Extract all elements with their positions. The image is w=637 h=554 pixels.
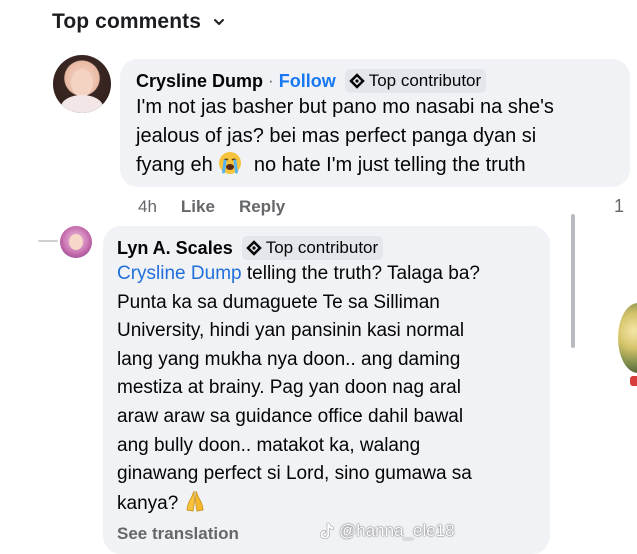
avatar-crysline-dump[interactable]	[53, 55, 111, 113]
comment-text-line: fyang eh no hate I'm just telling the tr…	[136, 151, 630, 180]
reply-button[interactable]: Reply	[239, 197, 285, 217]
comment-bubble-1: Crysline Dump · Follow Top contributor I…	[120, 59, 630, 187]
comment-text-line: ang bully doon.. matakot ka, walang	[117, 434, 421, 456]
partial-image-fragment	[630, 376, 637, 386]
chevron-down-icon	[214, 19, 224, 25]
partial-image-thumbnail	[618, 303, 637, 373]
comments-sort-label: Top comments	[52, 10, 201, 33]
comment-text-segment: telling the truth? Talaga ba?	[241, 263, 480, 284]
comment-text-line: araw araw sa guidance office dahil bawal	[117, 405, 464, 427]
tiktok-watermark: @hanna_ele18	[318, 521, 455, 541]
comment-text-line: Punta ka sa dumaguete Te sa Silliman	[117, 291, 440, 313]
comment-text-line: jealous of jas? bei mas perfect panga dy…	[136, 125, 537, 147]
comment-text-segment: no hate I'm just telling the truth	[253, 154, 526, 176]
scrollbar-thumb[interactable]	[571, 214, 575, 348]
comment-bubble-2: Lyn A. Scales Top contributor Crysline D…	[103, 226, 550, 554]
mention-link[interactable]: Crysline Dump	[117, 263, 242, 284]
comment-author-name[interactable]: Lyn A. Scales	[117, 238, 233, 259]
top-contributor-icon	[348, 73, 365, 89]
comment-text-line: University, hindi yan pansinin kasi norm…	[117, 320, 465, 342]
avatar-lyn-a-scales[interactable]	[60, 226, 92, 258]
comment-text-line: ginawang perfect si Lord, sino gumawa sa	[117, 463, 472, 485]
comment-text-line: mestiza at brainy. Pag yan doon nag aral	[117, 377, 461, 399]
name-separator: ·	[268, 71, 274, 90]
follow-button[interactable]: Follow	[279, 71, 336, 92]
comment-text-line: lang yang mukha nya doon.. ang daming	[117, 348, 461, 370]
comment-text-segment: fyang eh	[136, 154, 213, 176]
comment-text: I'm not jas basher but pano mo nasabi na…	[136, 93, 630, 180]
reaction-count[interactable]: 1	[614, 196, 624, 217]
comments-sort-header[interactable]: Top comments	[52, 10, 225, 34]
badge-label: Top contributor	[265, 238, 379, 257]
comment-actions: 4h Like Reply	[138, 197, 285, 217]
top-contributor-badge[interactable]: Top contributor	[241, 236, 384, 260]
reply-thread-line	[38, 240, 58, 242]
comment-text: Crysline Dump telling the truth? Talaga …	[117, 260, 537, 518]
comment-timestamp[interactable]: 4h	[138, 197, 157, 217]
loudly-crying-face-emoji-icon	[219, 152, 242, 174]
top-contributor-icon	[245, 240, 262, 256]
top-contributor-badge[interactable]: Top contributor	[344, 69, 487, 93]
watermark-handle: @hanna_ele18	[339, 521, 455, 540]
comment-text-line: Crysline Dump telling the truth? Talaga …	[117, 260, 537, 289]
comment-author-name[interactable]: Crysline Dump	[136, 71, 263, 92]
like-button[interactable]: Like	[181, 197, 215, 217]
badge-label: Top contributor	[368, 71, 482, 90]
folded-hands-emoji-icon	[186, 490, 203, 512]
comment-text-line: kanya?	[117, 489, 537, 519]
comment-text-segment: kanya?	[117, 492, 179, 514]
tiktok-icon	[319, 522, 334, 540]
comment-text-line: I'm not jas basher but pano mo nasabi na…	[136, 96, 554, 118]
